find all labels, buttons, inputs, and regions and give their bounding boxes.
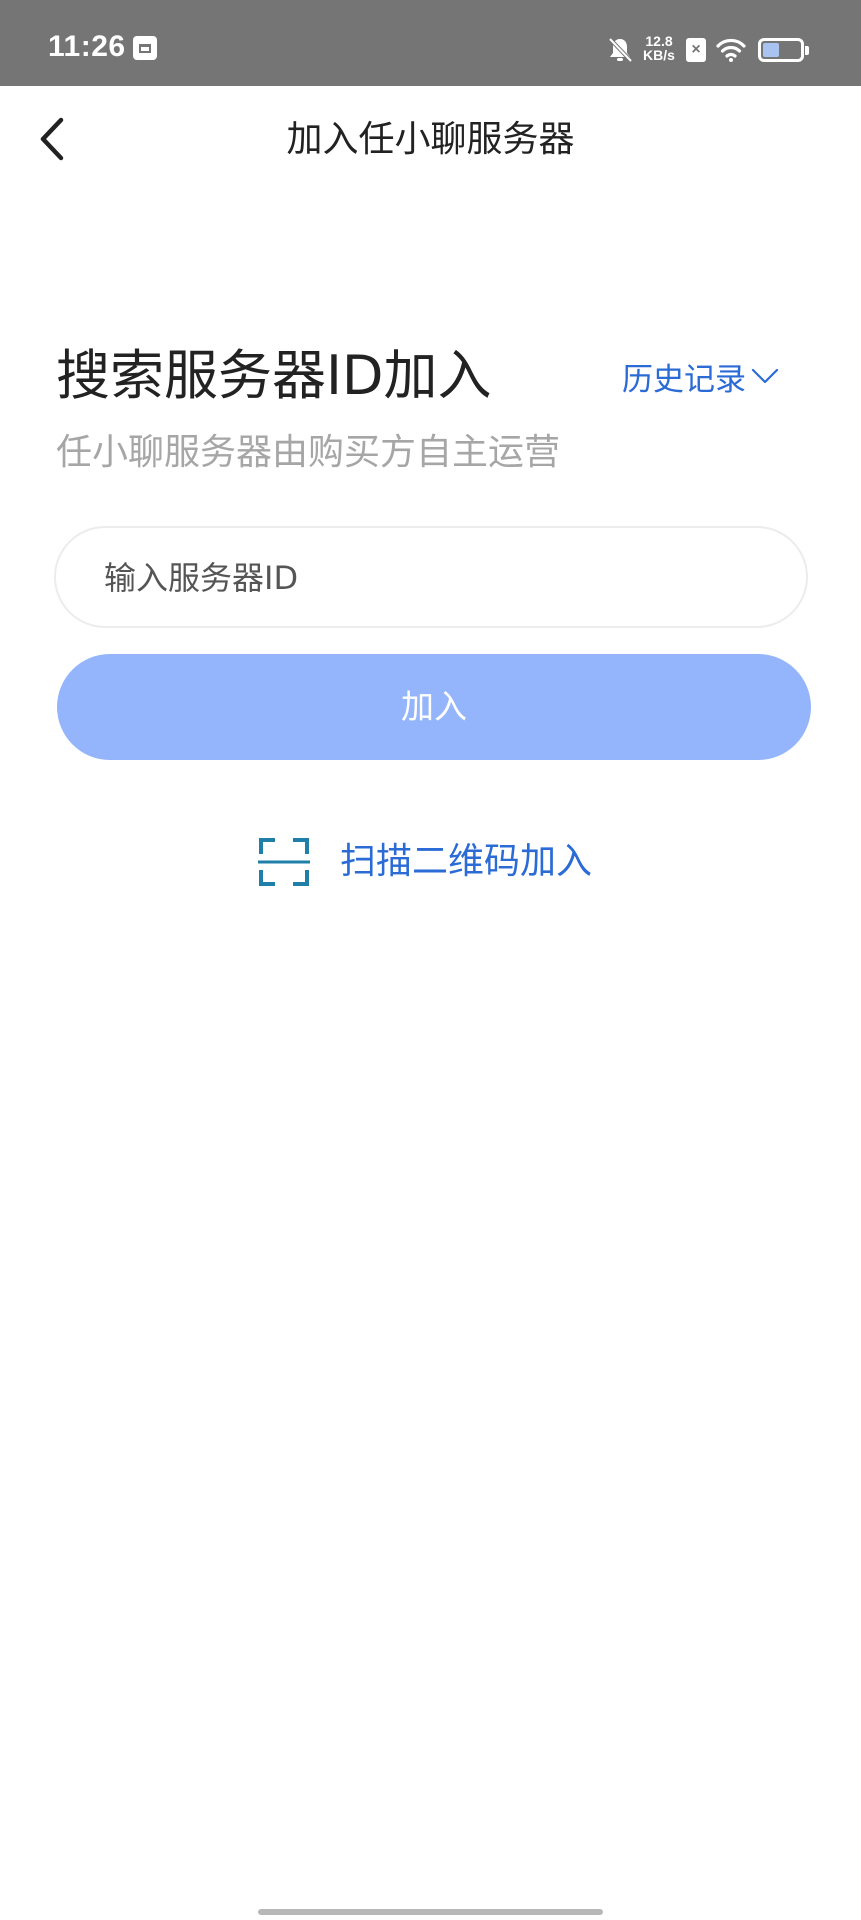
join-server-screen: 11:26 12.8 KB/s × 加入任小聊服务器 搜索服务器ID加入 历史记… [0,0,861,1920]
net-speed-unit: KB/s [643,47,675,63]
bell-off-icon [608,37,633,63]
battery-level [763,43,779,57]
calendar-app-icon [133,36,157,60]
server-id-input[interactable] [102,528,786,628]
join-button[interactable]: 加入 [57,654,811,760]
battery-icon [758,38,809,62]
scan-frame-icon [258,838,310,886]
wifi-icon [716,38,746,62]
net-speed-value: 12.8 [645,33,673,49]
history-label: 历史记录 [622,361,746,398]
search-subtitle: 任小聊服务器由购买方自主运营 [56,432,561,473]
status-time: 11:26 [48,30,126,63]
nav-header: 加入任小聊服务器 [0,86,861,192]
scan-qr-label: 扫描二维码加入 [340,841,593,882]
page-title: 加入任小聊服务器 [286,119,575,160]
status-bar: 11:26 12.8 KB/s × [0,0,861,86]
search-heading: 搜索服务器ID加入 [56,344,492,407]
net-speed: 12.8 KB/s [640,34,678,62]
home-indicator[interactable] [258,1909,603,1915]
scan-qr-button[interactable]: 扫描二维码加入 [258,834,592,890]
sim-x-icon: × [686,38,706,62]
history-dropdown[interactable]: 历史记录 [622,352,780,400]
chevron-down-icon [751,368,779,384]
server-id-field [54,526,808,628]
